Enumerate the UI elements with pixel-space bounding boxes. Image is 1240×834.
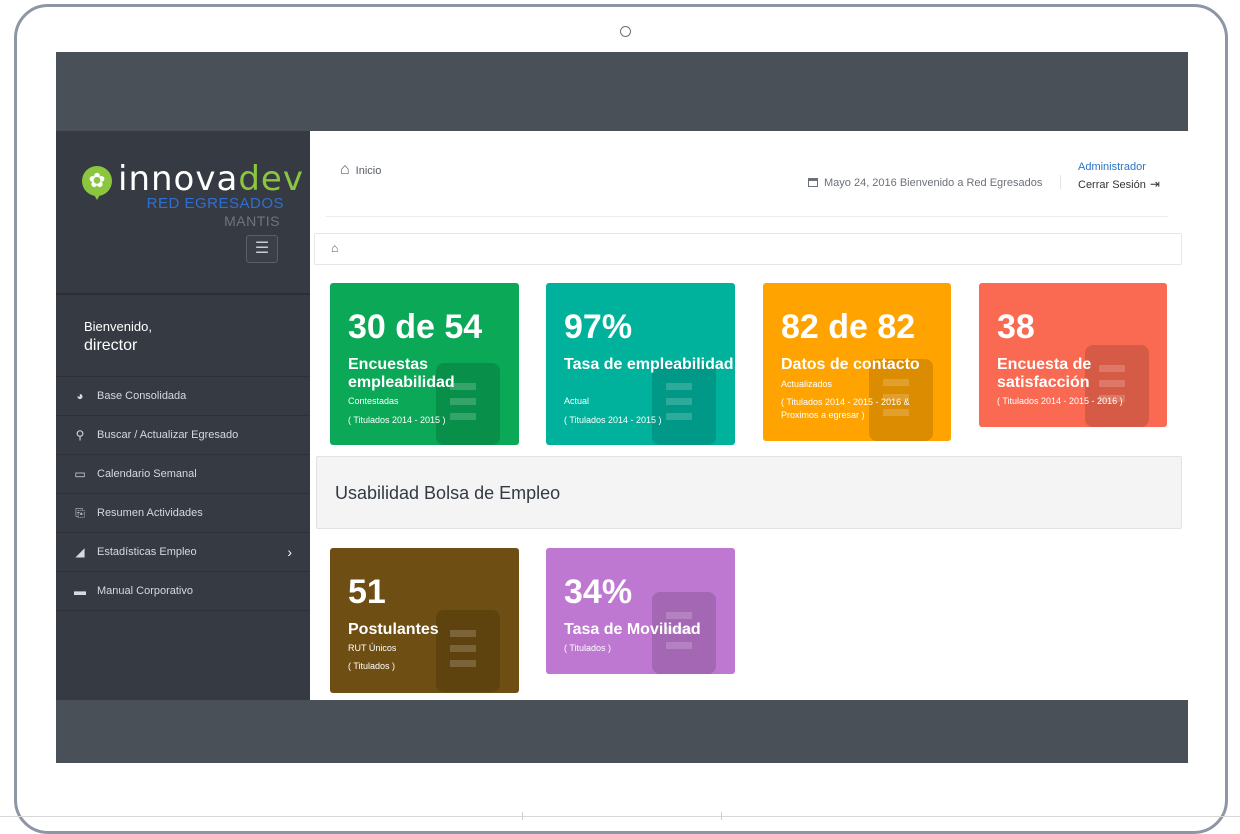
tile-detail: ( Titulados 2014 - 2015 - 2016 ) bbox=[997, 396, 1123, 406]
header-separator bbox=[1060, 175, 1061, 189]
tile-value: 51 bbox=[348, 573, 386, 611]
sidebar-item-label: Manual Corporativo bbox=[97, 585, 193, 597]
sidebar-item-label: Resumen Actividades bbox=[97, 507, 203, 519]
tile-subtitle: Contestadas bbox=[348, 396, 399, 406]
logo-text-dev: dev bbox=[238, 159, 304, 199]
main-content: ⌂ Inicio Mayo 24, 2016 Bienvenido a Red E… bbox=[310, 131, 1188, 700]
tile-detail: ( Titulados ) bbox=[564, 643, 612, 653]
sidebar-item-manual[interactable]: ▬ Manual Corporativo bbox=[56, 572, 310, 611]
calendar-icon: ▭ bbox=[74, 467, 86, 481]
sidebar-item-estadisticas[interactable]: ◢ Estadísticas Empleo › bbox=[56, 533, 310, 572]
admin-link[interactable]: Administrador bbox=[1078, 161, 1146, 173]
logout-label: Cerrar Sesión bbox=[1078, 179, 1146, 191]
breadcrumb[interactable]: ⌂ Inicio bbox=[340, 161, 381, 179]
tile-subtitle: Actual bbox=[564, 396, 590, 406]
stat-tile-movilidad[interactable]: 34% Tasa de Movilidad ( Titulados ) bbox=[546, 548, 735, 674]
tile-detail: ( Titulados 2014 - 2015 ) bbox=[348, 415, 446, 425]
welcome-user: director bbox=[84, 337, 138, 354]
tile-title: Encuesta de satisfacción bbox=[997, 356, 1092, 391]
breadcrumb-label: Inicio bbox=[355, 165, 382, 177]
hamburger-icon: ☰ bbox=[254, 240, 270, 257]
section-title: Usabilidad Bolsa de Empleo bbox=[335, 483, 561, 503]
stat-tile-postulantes[interactable]: 51 Postulantes RUT Únicos ( Titulados ) bbox=[330, 548, 519, 693]
tile-detail: ( Titulados 2014 - 2015 - 2016 & Proximo… bbox=[781, 397, 910, 420]
top-bar bbox=[56, 52, 1188, 131]
welcome-greeting: Bienvenido, bbox=[84, 319, 152, 334]
breadcrumb-bar: ⌂ bbox=[314, 233, 1182, 265]
sidebar: ✿ innovadev RED EGRESADOS MANTIS ☰ Bienv… bbox=[56, 131, 310, 700]
header-divider bbox=[326, 216, 1168, 217]
tile-value: 97% bbox=[564, 308, 633, 346]
camera-dot bbox=[620, 26, 631, 37]
logo-subtitle-mantis: MANTIS bbox=[224, 213, 280, 229]
date-text: Mayo 24, 2016 Bienvenido a Red Egresados bbox=[824, 177, 1043, 189]
sidebar-item-calendario[interactable]: ▭ Calendario Semanal bbox=[56, 455, 310, 494]
logo-flower-icon: ✿ bbox=[82, 166, 112, 200]
device-base-tick bbox=[721, 812, 722, 820]
home-icon[interactable]: ⌂ bbox=[331, 241, 338, 255]
calendar-icon bbox=[808, 178, 818, 187]
logout-link[interactable]: Cerrar Sesión ⇥ bbox=[1078, 177, 1160, 191]
tile-title: Tasa de Movilidad bbox=[564, 621, 701, 638]
screen: ✿ innovadev RED EGRESADOS MANTIS ☰ Bienv… bbox=[56, 52, 1188, 763]
tile-value: 82 de 82 bbox=[781, 308, 916, 346]
welcome-block: Bienvenido, director bbox=[84, 319, 152, 356]
tile-title: Postulantes bbox=[348, 621, 439, 638]
chevron-right-icon: › bbox=[287, 544, 292, 560]
sidebar-item-resumen[interactable]: ⎘ Resumen Actividades bbox=[56, 494, 310, 533]
menu-toggle-button[interactable]: ☰ bbox=[246, 235, 278, 263]
logo-area: ✿ innovadev RED EGRESADOS MANTIS ☰ bbox=[56, 131, 310, 295]
stat-tile-encuestas[interactable]: 30 de 54 Encuestas empleabilidad Contest… bbox=[330, 283, 519, 445]
stat-tile-datos-contacto[interactable]: 82 de 82 Datos de contacto Actualizados … bbox=[763, 283, 951, 441]
tile-title: Tasa de empleabilidad bbox=[564, 356, 734, 373]
sidebar-item-base-consolidada[interactable]: ◕ Base Consolidada bbox=[56, 377, 310, 416]
tile-title: Datos de contacto bbox=[781, 356, 920, 373]
tile-value: 34% bbox=[564, 573, 633, 611]
search-icon: ⚲ bbox=[75, 428, 85, 442]
logout-icon: ⇥ bbox=[1149, 177, 1160, 191]
clipboard-icon: ⎘ bbox=[75, 506, 85, 520]
tile-detail: ( Titulados ) bbox=[348, 661, 396, 671]
stat-tile-satisfaccion[interactable]: 38 Encuesta de satisfacción ( Titulados … bbox=[979, 283, 1167, 427]
date-welcome: Mayo 24, 2016 Bienvenido a Red Egresados bbox=[808, 177, 1042, 189]
logo[interactable]: innovadev bbox=[118, 160, 304, 198]
sidebar-item-buscar-egresado[interactable]: ⚲ Buscar / Actualizar Egresado bbox=[56, 416, 310, 455]
bottom-bar bbox=[56, 700, 1188, 763]
tile-subtitle: RUT Únicos bbox=[348, 643, 397, 653]
folder-icon: ▬ bbox=[74, 584, 86, 598]
tile-subtitle: Actualizados bbox=[781, 379, 833, 389]
home-icon: ⌂ bbox=[340, 161, 350, 178]
sidebar-nav: ◕ Base Consolidada ⚲ Buscar / Actualizar… bbox=[56, 376, 310, 611]
area-chart-icon: ◢ bbox=[75, 545, 85, 559]
logo-text-innova: innova bbox=[118, 159, 239, 199]
sidebar-item-label: Buscar / Actualizar Egresado bbox=[97, 429, 239, 441]
tile-value: 38 bbox=[997, 308, 1035, 346]
device-base-tick bbox=[522, 812, 523, 820]
sidebar-item-label: Base Consolidada bbox=[97, 390, 187, 402]
sidebar-item-label: Estadísticas Empleo bbox=[97, 546, 197, 558]
section-header: Usabilidad Bolsa de Empleo bbox=[316, 456, 1182, 529]
pie-chart-icon: ◕ bbox=[76, 389, 84, 403]
device-base-line bbox=[0, 816, 1240, 817]
stat-tile-tasa-empleabilidad[interactable]: 97% Tasa de empleabilidad Actual ( Titul… bbox=[546, 283, 735, 445]
tile-title: Encuestas empleabilidad bbox=[348, 356, 455, 391]
tile-detail: ( Titulados 2014 - 2015 ) bbox=[564, 415, 662, 425]
tile-value: 30 de 54 bbox=[348, 308, 483, 346]
sidebar-item-label: Calendario Semanal bbox=[97, 468, 197, 480]
logo-subtitle: RED EGRESADOS bbox=[146, 195, 284, 212]
